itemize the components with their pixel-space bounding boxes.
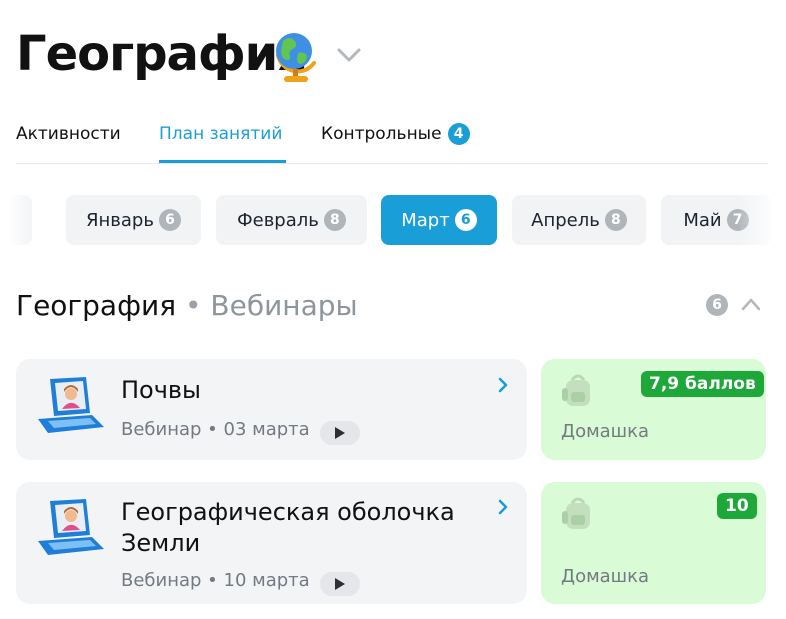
tab-tests-badge: 4 — [447, 123, 470, 145]
page-title: География — [16, 26, 308, 82]
chevron-down-icon[interactable] — [336, 46, 362, 64]
tab-activities[interactable]: Активности — [16, 122, 121, 146]
month-count-badge: 6 — [158, 209, 181, 231]
section-subject: География — [16, 289, 177, 322]
lesson-meta: Вебинар • 10 марта — [121, 569, 360, 596]
month-chip-may[interactable]: Май 7 — [661, 195, 771, 245]
laptop-icon — [38, 499, 104, 555]
lesson-title: Географическая оболочка Земли — [121, 498, 455, 557]
globe-icon — [276, 33, 316, 82]
section-title: География • Вебинары — [16, 287, 358, 325]
laptop-icon — [38, 377, 104, 433]
month-count-badge: 8 — [604, 209, 627, 231]
homework-label: Домашка — [561, 421, 650, 442]
tabs-divider — [16, 163, 768, 164]
month-selector: 8 Январь6 Февраль8 Март6 Апрель8 Май7 — [0, 195, 786, 245]
backpack-icon — [562, 497, 590, 529]
play-button[interactable] — [319, 421, 360, 445]
play-icon — [334, 427, 345, 439]
section-kind: Вебинары — [210, 289, 358, 322]
month-count-badge: 7 — [726, 209, 749, 231]
play-button[interactable] — [319, 572, 360, 596]
chevron-right-icon[interactable] — [496, 498, 510, 516]
month-count-badge: 6 — [454, 209, 477, 231]
chevron-up-icon[interactable] — [740, 296, 762, 312]
lesson-title: Почвы — [121, 376, 202, 404]
backpack-icon — [562, 374, 590, 406]
score-badge: 10 — [717, 493, 757, 519]
section-count-badge: 6 — [706, 294, 728, 316]
month-chip-february[interactable]: Февраль 8 — [216, 195, 367, 245]
score-badge: 7,9 баллов — [641, 371, 764, 397]
lesson-meta: Вебинар • 03 марта — [121, 418, 360, 445]
homework-label: Домашка — [561, 566, 650, 587]
chevron-right-icon[interactable] — [496, 376, 510, 394]
tab-tests[interactable]: Контрольные 4 — [321, 122, 470, 146]
section-separator: • — [184, 289, 202, 322]
month-count-badge: 8 — [323, 209, 346, 231]
tab-lesson-plan[interactable]: План занятий — [159, 122, 282, 146]
month-chip-march[interactable]: Март 6 — [381, 195, 497, 245]
month-count-badge: 8 — [0, 209, 8, 231]
play-icon — [334, 578, 345, 590]
month-chip-prev[interactable]: 8 — [0, 195, 32, 245]
month-chip-january[interactable]: Январь 6 — [66, 195, 201, 245]
month-chip-april[interactable]: Апрель 8 — [512, 195, 646, 245]
